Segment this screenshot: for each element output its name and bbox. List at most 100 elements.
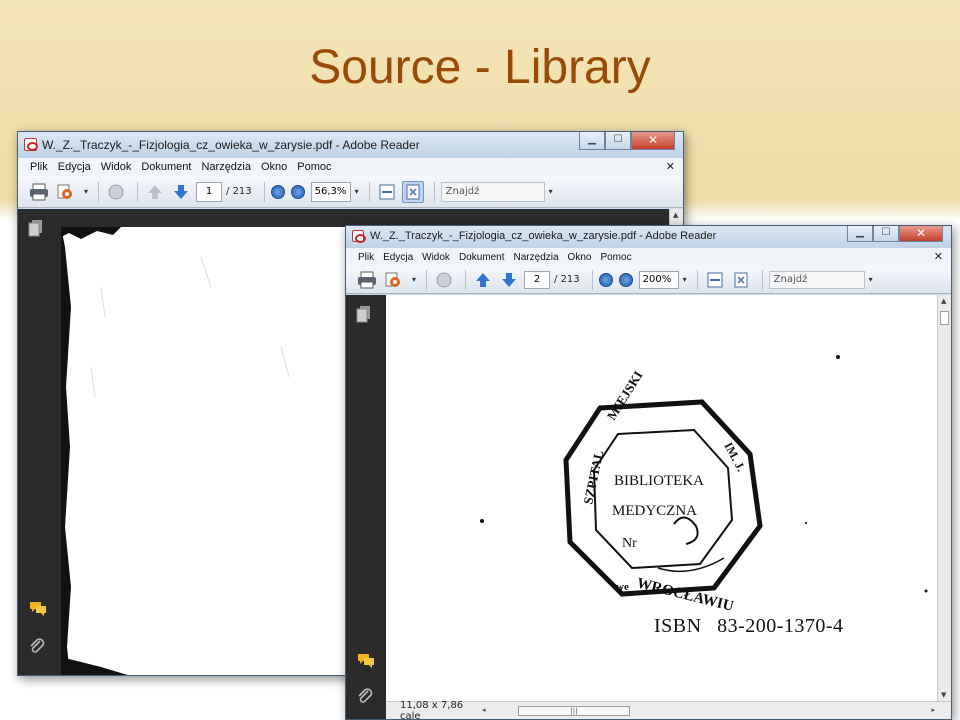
comments-icon[interactable] <box>356 651 376 671</box>
print-icon[interactable] <box>28 181 50 203</box>
scroll-right-icon[interactable]: ▸ <box>931 706 935 714</box>
toolbar-separator <box>368 181 370 202</box>
find-dropdown-icon[interactable]: ▾ <box>549 187 553 196</box>
adobe-reader-icon <box>24 138 38 151</box>
toolbar-separator <box>465 269 467 290</box>
menu-edycja[interactable]: Edycja <box>58 161 91 173</box>
collaborate-icon[interactable] <box>54 181 76 203</box>
page-number-input[interactable]: 1 <box>196 181 223 202</box>
zoom-dropdown-icon[interactable]: ▾ <box>355 187 359 196</box>
stamp-line-2: MEDYCZNA <box>612 503 697 519</box>
zoom-out-icon[interactable] <box>270 184 285 199</box>
scroll-up-icon[interactable]: ▲ <box>673 211 678 219</box>
next-page-icon[interactable] <box>170 181 192 203</box>
page-size-label: 11,08 x 7,86 cale <box>400 699 464 720</box>
stamp-line-1: BIBLIOTEKA <box>614 473 704 489</box>
attachments-icon[interactable] <box>28 637 48 657</box>
maximize-button[interactable]: ☐ <box>605 132 631 150</box>
toolbar-separator <box>696 269 698 290</box>
window-title: W._Z._Traczyk_-_Fizjologia_cz_owieka_w_z… <box>370 230 717 242</box>
menu-bar: Plik Edycja Widok Dokument Narzędzia Okn… <box>18 158 683 176</box>
title-bar[interactable]: W._Z._Traczyk_-_Fizjologia_cz_owieka_w_z… <box>18 132 683 158</box>
zoom-dropdown-icon[interactable]: ▾ <box>683 275 687 284</box>
fit-width-icon[interactable] <box>376 181 398 203</box>
collaborate-icon[interactable] <box>382 269 404 291</box>
caption-buttons: ▁ ☐ ✕ <box>579 132 675 150</box>
send-icon[interactable] <box>105 181 127 203</box>
zoom-in-icon[interactable] <box>618 272 633 287</box>
status-bar: 11,08 x 7,86 cale ◂ ||| ▸ <box>386 699 951 720</box>
collaborate-dropdown-icon[interactable]: ▾ <box>84 187 88 196</box>
previous-page-icon[interactable] <box>144 181 166 203</box>
close-button[interactable]: ✕ <box>631 132 675 150</box>
document-close-icon[interactable]: ✕ <box>934 250 943 263</box>
library-stamp: MIEJSKI SZPITAL WROCŁAWIU we IM. J. BIBL… <box>480 355 928 615</box>
window-title: W._Z._Traczyk_-_Fizjologia_cz_owieka_w_z… <box>42 138 420 152</box>
svg-text:MIEJSKI: MIEJSKI <box>604 368 646 423</box>
menu-plik[interactable]: Plik <box>358 252 374 263</box>
next-page-icon[interactable] <box>498 269 520 291</box>
menu-narzedzia[interactable]: Narzędzia <box>201 161 251 173</box>
menu-bar: Plik Edycja Widok Dokument Narzędzia Okn… <box>346 248 951 266</box>
pdf-page: MIEJSKI SZPITAL WROCŁAWIU we IM. J. BIBL… <box>386 295 946 705</box>
previous-page-icon[interactable] <box>472 269 494 291</box>
toolbar-separator <box>433 181 435 202</box>
zoom-out-icon[interactable] <box>598 272 613 287</box>
zoom-in-icon[interactable] <box>290 184 305 199</box>
scroll-down-icon[interactable]: ▼ <box>941 691 946 699</box>
minimize-button[interactable]: ▁ <box>579 132 605 150</box>
pages-icon[interactable] <box>356 305 376 325</box>
page-total: / 213 <box>554 274 580 285</box>
zoom-level-select[interactable]: 200% <box>638 270 679 289</box>
vertical-scrollbar[interactable]: ▲ ▼ <box>937 295 951 701</box>
find-input[interactable]: Znajdź <box>440 181 545 202</box>
menu-edycja[interactable]: Edycja <box>383 252 413 263</box>
fit-width-icon[interactable] <box>704 269 726 291</box>
fit-page-icon[interactable] <box>401 180 424 203</box>
menu-pomoc[interactable]: Pomoc <box>600 252 631 263</box>
document-area: MIEJSKI SZPITAL WROCŁAWIU we IM. J. BIBL… <box>346 295 951 719</box>
title-bar[interactable]: W._Z._Traczyk_-_Fizjologia_cz_owieka_w_z… <box>346 226 951 248</box>
menu-narzedzia[interactable]: Narzędzia <box>514 252 559 263</box>
minimize-button[interactable]: ▁ <box>847 226 873 242</box>
reader-window-front[interactable]: W._Z._Traczyk_-_Fizjologia_cz_owieka_w_z… <box>345 225 952 720</box>
menu-widok[interactable]: Widok <box>422 252 450 263</box>
zoom-level-select[interactable]: 56,3% <box>310 181 351 202</box>
menu-widok[interactable]: Widok <box>101 161 132 173</box>
document-close-icon[interactable]: ✕ <box>666 160 675 173</box>
menu-pomoc[interactable]: Pomoc <box>297 161 331 173</box>
svg-text:we: we <box>616 581 629 593</box>
navigation-pane <box>346 295 386 719</box>
collaborate-dropdown-icon[interactable]: ▾ <box>412 275 416 284</box>
toolbar-separator <box>263 181 265 202</box>
maximize-button[interactable]: ☐ <box>873 226 899 242</box>
slide-title: Source - Library <box>309 41 651 94</box>
find-input[interactable]: Znajdź <box>768 270 865 289</box>
vertical-scroll-thumb[interactable] <box>940 311 949 325</box>
comments-icon[interactable] <box>28 599 48 619</box>
scroll-up-icon[interactable]: ▲ <box>941 297 946 305</box>
navigation-pane <box>18 209 58 675</box>
horizontal-scrollbar[interactable]: ◂ ||| ▸ <box>482 704 935 718</box>
page-total: / 213 <box>226 186 252 197</box>
horizontal-scroll-thumb[interactable]: ||| <box>518 705 630 716</box>
pages-icon[interactable] <box>28 219 48 239</box>
find-dropdown-icon[interactable]: ▾ <box>869 275 873 284</box>
print-icon[interactable] <box>356 269 378 291</box>
toolbar-separator <box>98 181 100 202</box>
fit-page-icon[interactable] <box>730 269 752 291</box>
stamp-number-label: Nr <box>622 536 637 551</box>
menu-plik[interactable]: Plik <box>30 161 48 173</box>
close-button[interactable]: ✕ <box>899 226 943 242</box>
menu-okno[interactable]: Okno <box>261 161 287 173</box>
menu-dokument[interactable]: Dokument <box>459 252 505 263</box>
toolbar-separator <box>137 181 139 202</box>
menu-okno[interactable]: Okno <box>568 252 592 263</box>
scroll-left-icon[interactable]: ◂ <box>482 706 486 714</box>
send-icon[interactable] <box>433 269 455 291</box>
attachments-icon[interactable] <box>356 687 376 707</box>
menu-dokument[interactable]: Dokument <box>141 161 191 173</box>
isbn-text: ISBN 83-200-1370-4 <box>654 615 844 638</box>
page-number-input[interactable]: 2 <box>524 270 551 289</box>
toolbar-separator <box>761 269 763 290</box>
